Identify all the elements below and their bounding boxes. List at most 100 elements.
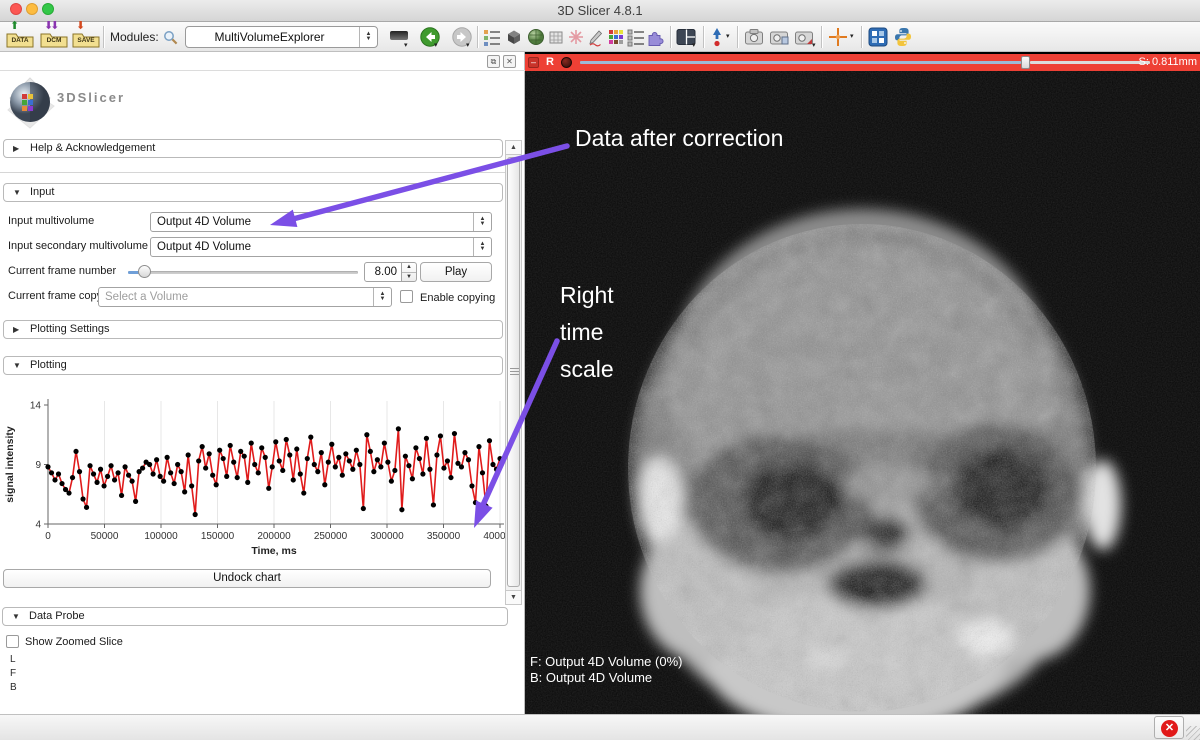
toolbar-separator — [477, 26, 478, 48]
expanded-triangle-icon: ▼ — [13, 357, 21, 374]
close-panel-icon[interactable]: ✕ — [503, 55, 516, 68]
toolbar-separator — [103, 26, 104, 48]
annotation-data-after-correction: Data after correction — [575, 125, 783, 152]
svg-text:50000: 50000 — [91, 531, 119, 542]
svg-text:14: 14 — [30, 401, 42, 412]
svg-text:0: 0 — [45, 531, 51, 542]
mri-axial-slice — [525, 71, 1200, 714]
title-bar: 3D Slicer 4.8.1 — [0, 0, 1200, 22]
slider-track[interactable] — [128, 271, 358, 274]
frame-number-stepper[interactable]: ▲ ▼ — [402, 262, 417, 282]
probe-row-l: L — [10, 654, 16, 665]
annotation-right-time-scale: Right time scale — [560, 277, 614, 388]
module-selector[interactable]: MultiVolumeExplorer ▲▼ — [185, 26, 378, 48]
toolbar-separator — [821, 26, 822, 48]
resize-grip[interactable] — [1186, 726, 1200, 740]
undock-chart-button[interactable]: Undock chart — [3, 569, 491, 588]
toolbar-separator — [670, 26, 671, 48]
slice-view-red: – R S: 0.811mm — [525, 52, 1200, 714]
frame-number-value[interactable]: 8.00 — [364, 262, 402, 282]
slider-track[interactable] — [1030, 61, 1150, 64]
section-help-acknowledgement[interactable]: ▶ Help & Acknowledgement — [3, 139, 503, 158]
svg-text:150000: 150000 — [201, 531, 235, 542]
screenshot-icon[interactable] — [744, 27, 764, 47]
scroll-down-icon[interactable]: ▼ — [506, 590, 521, 604]
segmentation-icon[interactable] — [527, 27, 545, 47]
crosshair-caret-icon[interactable]: ▾ — [850, 34, 854, 40]
scrollbar-thumb[interactable] — [507, 157, 520, 587]
step-up-icon[interactable]: ▲ — [402, 263, 416, 272]
svg-text:300000: 300000 — [370, 531, 404, 542]
section-data-probe[interactable]: ▼ Data Probe — [2, 607, 508, 626]
slice-menu-pin-icon[interactable] — [561, 57, 572, 68]
step-down-icon[interactable]: ▼ — [402, 272, 416, 281]
mouse-interaction-icon[interactable] — [709, 27, 725, 47]
scroll-up-icon[interactable]: ▲ — [506, 141, 521, 155]
module-list-icon[interactable] — [483, 27, 501, 47]
slicer-logo-text: 3DSlicer — [57, 90, 125, 105]
background-volume-label: B: Output 4D Volume — [530, 670, 682, 686]
collapse-controller-icon[interactable]: – — [528, 57, 539, 68]
module-history-icon[interactable] — [390, 31, 408, 42]
panel-divider — [0, 70, 525, 71]
back-caret-icon[interactable]: ▾ — [434, 43, 438, 49]
undock-panel-icon[interactable]: ⧉ — [487, 55, 500, 68]
history-caret-icon[interactable]: ▾ — [404, 43, 408, 49]
save-button[interactable]: ⬇ SAVE — [72, 24, 100, 51]
combo-arrows-icon: ▲▼ — [473, 213, 491, 231]
slice-image[interactable]: Data after correction Right time scale F… — [525, 71, 1200, 714]
python-console-icon[interactable] — [893, 27, 913, 47]
section-input[interactable]: ▼ Input — [3, 183, 503, 202]
show-zoomed-slice-label: Show Zoomed Slice — [25, 636, 123, 648]
main-toolbar: ⬆ DATA ⬇⬇ DCM ⬇ SAVE Modules: MultiVolum… — [0, 22, 1200, 52]
foreground-volume-label: F: Output 4D Volume (0%) — [530, 654, 682, 670]
load-dicom-button[interactable]: ⬇⬇ DCM — [40, 24, 68, 51]
slice-offset-slider[interactable] — [580, 54, 1150, 71]
collapsed-triangle-icon: ▶ — [13, 321, 19, 338]
load-data-button[interactable]: ⬆ DATA — [6, 24, 34, 51]
status-bar: ✕ — [0, 714, 1200, 740]
forward-caret-icon[interactable]: ▾ — [466, 43, 470, 49]
slicer-logo — [4, 72, 56, 132]
frame-number-slider[interactable] — [126, 262, 360, 282]
section-plotting-settings[interactable]: ▶ Plotting Settings — [3, 320, 503, 339]
subject-hierarchy-icon[interactable] — [627, 27, 645, 47]
slider-track-filled[interactable] — [580, 61, 1021, 64]
transforms-icon[interactable] — [567, 27, 585, 47]
toolbar-separator — [737, 26, 738, 48]
volume-rendering-icon[interactable] — [505, 27, 523, 47]
module-panel: ⧉ ✕ 3DSlicer ▶ Help & Acknowledgement ▼ — [0, 52, 525, 714]
collapsed-triangle-icon: ▶ — [13, 140, 19, 157]
play-button[interactable]: Play — [420, 262, 492, 282]
mouse-mode-caret-icon[interactable]: ▾ — [726, 34, 730, 40]
module-search-icon[interactable] — [163, 30, 178, 45]
frame-copy-selector[interactable]: Select a Volume ▲▼ — [98, 287, 392, 307]
scene-view-icon[interactable] — [769, 27, 789, 47]
slider-handle[interactable] — [1021, 56, 1030, 69]
scene-view-caret-icon[interactable]: ▾ — [812, 43, 816, 49]
mesh-model-icon[interactable] — [547, 27, 565, 47]
input-secondary-label: Input secondary multivolume — [8, 240, 148, 252]
show-zoomed-slice-checkbox[interactable] — [6, 635, 19, 648]
markups-icon[interactable] — [587, 27, 605, 47]
corner-annotation: F: Output 4D Volume (0%) B: Output 4D Vo… — [530, 654, 682, 686]
input-multivolume-label: Input multivolume — [8, 215, 94, 227]
colors-icon[interactable] — [607, 27, 625, 47]
slider-handle[interactable] — [138, 265, 151, 278]
crosshair-icon[interactable] — [828, 27, 848, 47]
svg-text:100000: 100000 — [144, 531, 178, 542]
error-log-button[interactable]: ✕ — [1154, 716, 1184, 739]
extensions-icon[interactable] — [646, 27, 665, 47]
input-multivolume-selector[interactable]: Output 4D Volume ▲▼ — [150, 212, 492, 232]
scene-view-restore-icon[interactable] — [794, 27, 814, 47]
section-plotting[interactable]: ▼ Plotting — [3, 356, 503, 375]
input-secondary-selector[interactable]: Output 4D Volume ▲▼ — [150, 237, 492, 257]
layout-caret-icon[interactable]: ▾ — [692, 43, 696, 49]
enable-copying-checkbox[interactable] — [400, 290, 413, 303]
frame-copy-label: Current frame copy — [8, 290, 102, 302]
extension-manager-icon[interactable] — [868, 27, 888, 47]
toolbar-separator — [703, 26, 704, 48]
module-selector-value: MultiVolumeExplorer — [186, 27, 353, 47]
combo-arrows-icon: ▲▼ — [373, 288, 391, 306]
panel-scrollbar[interactable]: ▲ ▼ — [505, 140, 522, 605]
